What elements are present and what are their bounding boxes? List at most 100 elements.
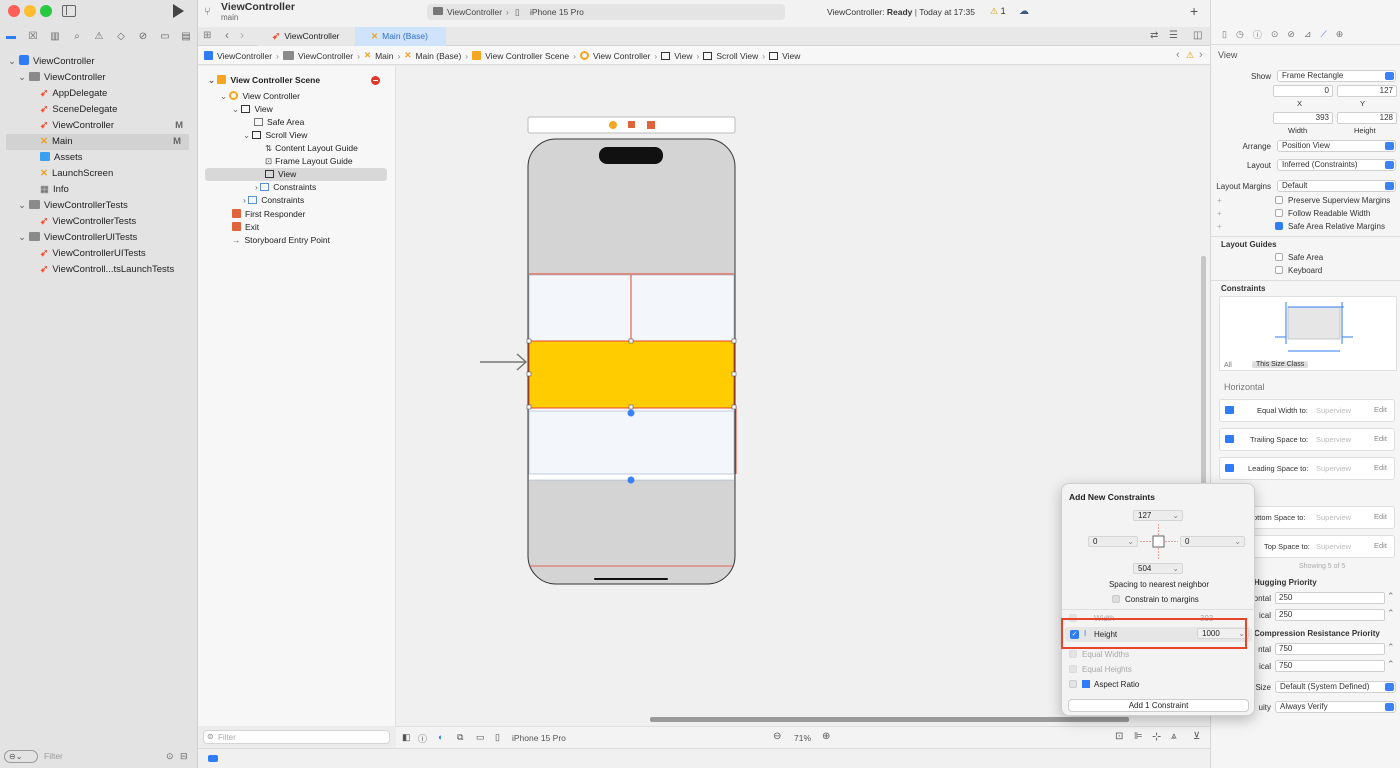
source-control-icon[interactable]: ☒ — [27, 30, 39, 42]
tree-item-file[interactable]: ▦ Info — [0, 182, 197, 198]
constraint-leading[interactable]: Leading Space to: Superview Edit — [1219, 457, 1395, 480]
report-icon[interactable]: ▤ — [180, 30, 192, 42]
breadcrumb-item[interactable]: View Controller — [593, 51, 650, 61]
stepper-icon[interactable]: ⌃ — [1387, 608, 1395, 619]
align-icon[interactable]: ⊫ — [1134, 731, 1143, 742]
breadcrumb-item[interactable]: Main — [375, 51, 393, 61]
tree-item-file-selected[interactable]: ✕ Main M — [6, 134, 189, 150]
folder-navigator-icon[interactable]: ▬ — [5, 30, 17, 42]
breadcrumb-item[interactable]: Scroll View — [716, 51, 758, 61]
outline-entry-point[interactable]: → Storyboard Entry Point — [232, 234, 330, 247]
refresh-icon[interactable]: ⇄ — [1150, 30, 1158, 41]
tree-item-file[interactable]: ➹ ViewController M — [0, 118, 197, 134]
forward-icon[interactable]: › — [240, 28, 244, 42]
add-constraint-button[interactable]: Add 1 Constraint — [1068, 699, 1249, 712]
outline-exit[interactable]: Exit — [232, 221, 259, 234]
history-icon[interactable]: ◷ — [1236, 29, 1244, 40]
constraint-trailing[interactable]: Trailing Space to: Superview Edit — [1219, 428, 1395, 451]
breadcrumb-item[interactable]: ViewController — [217, 51, 272, 61]
stepper-icon[interactable]: ⌃ — [1387, 642, 1395, 653]
compression-horizontal-field[interactable]: 750 — [1275, 643, 1385, 655]
tree-item-file[interactable]: ➹ ViewControllerUITests — [0, 246, 197, 262]
arrange-select[interactable]: Position View — [1277, 140, 1396, 152]
safe-area-relative-checkbox[interactable]: Safe Area Relative Margins — [1275, 222, 1385, 231]
editor-options-icon[interactable]: ☰ — [1169, 30, 1178, 41]
equal-widths-checkbox[interactable]: Equal Widths — [1069, 650, 1129, 659]
edit-button[interactable]: Edit — [1374, 541, 1387, 550]
breadcrumb-item[interactable]: View Controller Scene — [485, 51, 569, 61]
appearance-icon[interactable]: ◐ — [438, 732, 443, 742]
tree-item-folder[interactable]: ⌄ ViewControllerTests — [0, 198, 197, 214]
sidebar-toggle-icon[interactable] — [62, 5, 76, 17]
safe-area-checkbox[interactable]: Safe Area — [1275, 253, 1323, 262]
file-inspector-icon[interactable]: ▯ — [1222, 29, 1227, 40]
outline-content-layout-guide[interactable]: ⇅ Content Layout Guide — [265, 142, 358, 155]
run-icon[interactable] — [173, 4, 184, 18]
breadcrumb-item[interactable]: View — [674, 51, 692, 61]
update-frames-icon[interactable]: ⊡ — [1115, 731, 1123, 742]
minimize-window-button[interactable] — [24, 5, 36, 17]
layout-margins-select[interactable]: Default — [1277, 180, 1396, 192]
breadcrumb-item[interactable]: Main (Base) — [415, 51, 461, 61]
attributes-inspector-icon[interactable]: ⊘ — [1287, 29, 1295, 40]
outline-frame-layout-guide[interactable]: ⊡ Frame Layout Guide — [265, 155, 353, 168]
outline-first-responder[interactable]: First Responder — [232, 208, 305, 221]
outline-selected-view[interactable]: View — [265, 168, 296, 181]
device-name[interactable]: iPhone 15 Pro — [512, 733, 566, 743]
add-tab-icon[interactable]: + — [1190, 3, 1198, 19]
stepper-icon[interactable]: ⌃ — [1387, 591, 1395, 602]
size-inspector-icon[interactable]: ⊿ — [1304, 29, 1312, 40]
show-select[interactable]: Frame Rectangle — [1277, 70, 1396, 82]
cloud-icon[interactable]: ☁ — [1019, 6, 1029, 17]
connections-inspector-icon[interactable]: ⊕ — [1336, 29, 1344, 40]
zoom-out-icon[interactable]: ⊖ — [773, 731, 781, 742]
outline-toggle-icon[interactable]: ◧ — [402, 732, 411, 743]
edit-button[interactable]: Edit — [1374, 405, 1387, 414]
phone-icon[interactable]: ▯ — [495, 732, 500, 743]
tree-item-file[interactable]: Assets — [0, 150, 197, 166]
error-badge-icon[interactable] — [371, 76, 380, 85]
outline-scroll-view[interactable]: ⌄ Scroll View — [243, 129, 307, 142]
tab-main-base[interactable]: ✕ Main (Base) — [355, 27, 446, 46]
tree-item-folder[interactable]: ⌄ ViewController — [0, 70, 197, 86]
symbol-navigator-icon[interactable]: ▥ — [49, 30, 61, 42]
outline-constraints[interactable]: › Constraints — [243, 194, 304, 207]
outline-safe-area[interactable]: Safe Area — [254, 116, 304, 129]
filter-options-button[interactable]: ⊖⌄ — [4, 750, 38, 763]
layout-select[interactable]: Inferred (Constraints) — [1277, 159, 1396, 171]
aspect-ratio-checkbox[interactable]: Aspect Ratio — [1069, 680, 1139, 689]
size-inspector-active-icon[interactable]: ⟋ — [1320, 29, 1326, 40]
outline-view[interactable]: ⌄ View — [232, 103, 273, 116]
next-issue-icon[interactable]: › — [1199, 49, 1203, 61]
identity-inspector-icon[interactable]: ⊙ — [1271, 29, 1279, 40]
tree-item-file[interactable]: ➹ SceneDelegate — [0, 102, 197, 118]
issue-icon[interactable]: ⚠ — [93, 30, 105, 42]
test-icon[interactable]: ◇ — [115, 30, 127, 42]
constraint-equal-width[interactable]: Equal Width to: Superview Edit — [1219, 399, 1395, 422]
device-frame-icon[interactable]: ▭ — [476, 732, 485, 743]
debug-icon[interactable]: ⊘ — [137, 30, 149, 42]
size-class-tab[interactable]: This Size Class — [1252, 361, 1309, 368]
ambiguity-select[interactable]: Always Verify — [1275, 701, 1396, 713]
tab-viewcontroller[interactable]: ➹ ViewController — [258, 27, 354, 46]
tree-item-file[interactable]: ➹ ViewControll...tsLaunchTests — [0, 262, 197, 278]
navigator-filter-input[interactable]: Filter — [44, 751, 63, 761]
orientation-icon[interactable]: ⧉ — [457, 732, 463, 743]
breadcrumb-item[interactable]: ViewController — [298, 51, 353, 61]
preserve-margins-checkbox[interactable]: Preserve Superview Margins — [1275, 196, 1390, 205]
tree-item-file[interactable]: ➹ ViewControllerTests — [0, 214, 197, 230]
zoom-window-button[interactable] — [40, 5, 52, 17]
edit-button[interactable]: Edit — [1374, 463, 1387, 472]
breakpoint-icon[interactable]: ▭ — [159, 30, 171, 42]
y-field[interactable]: 127 — [1337, 85, 1397, 97]
intrinsic-size-select[interactable]: Default (System Defined) — [1275, 681, 1396, 693]
embed-in-icon[interactable]: ⊻ — [1193, 731, 1200, 742]
back-icon[interactable]: ‹ — [225, 28, 229, 42]
keyboard-checkbox[interactable]: Keyboard — [1275, 266, 1322, 275]
outline-scene[interactable]: ⌄ View Controller Scene — [208, 74, 320, 87]
resolve-issues-icon[interactable]: ⩓ — [1171, 731, 1177, 742]
previous-issue-icon[interactable]: ‹ — [1176, 49, 1180, 61]
debug-area-icon[interactable] — [208, 755, 218, 762]
tree-item-project[interactable]: ⌄ ViewController — [0, 54, 197, 70]
stepper-icon[interactable]: ⌃ — [1387, 659, 1395, 670]
